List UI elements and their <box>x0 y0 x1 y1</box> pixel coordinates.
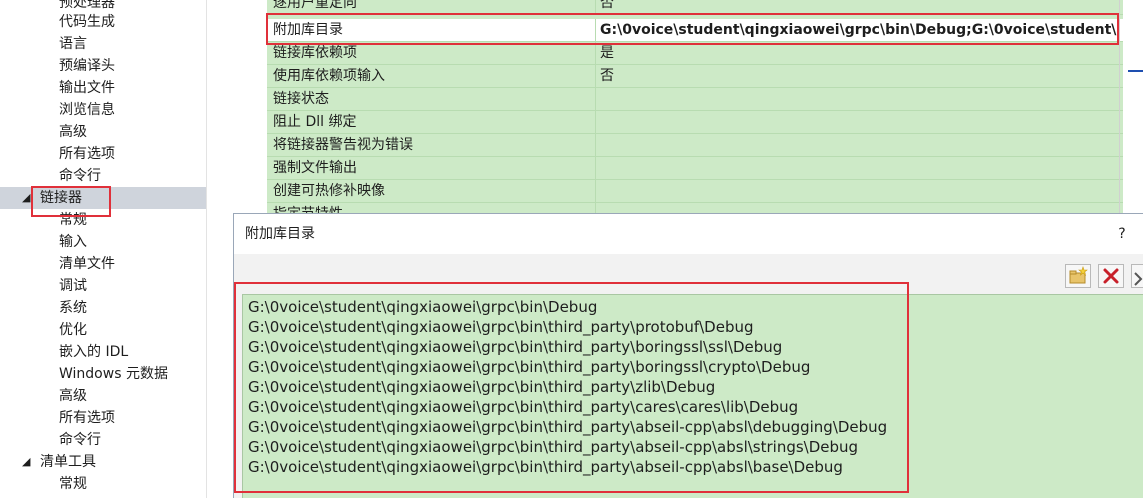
column-divider[interactable] <box>595 157 596 180</box>
tree-item-linker-embedded-idl[interactable]: 嵌入的 IDL <box>59 341 128 363</box>
tree-section-manifest-tool[interactable]: ◢ 清单工具 <box>0 451 206 473</box>
directory-list-highlight-box <box>234 282 909 493</box>
property-name: 将链接器警告视为错误 <box>273 137 413 153</box>
column-divider[interactable] <box>595 111 596 134</box>
config-tree: 预处理器 代码生成 语言 预编译头 输出文件 浏览信息 高级 所有选项 命令行 … <box>0 0 206 498</box>
tree-item-linker-debug[interactable]: 调试 <box>59 275 87 297</box>
property-value[interactable]: 否 <box>600 65 1120 88</box>
property-row[interactable]: 创建可热修补映像 <box>267 180 1123 203</box>
property-name: 创建可热修补映像 <box>273 183 385 199</box>
new-folder-icon <box>1069 266 1088 284</box>
delete-icon <box>1103 268 1119 284</box>
property-name: 阻止 Dll 绑定 <box>273 114 357 130</box>
tree-item-all-options[interactable]: 所有选项 <box>59 143 115 165</box>
tree-item-browse-info[interactable]: 浏览信息 <box>59 99 115 121</box>
tree-item-manifest-general[interactable]: 常规 <box>59 473 87 495</box>
column-divider[interactable] <box>595 65 596 88</box>
tree-item-codegen[interactable]: 代码生成 <box>59 11 115 33</box>
tree-item-command-line[interactable]: 命令行 <box>59 165 101 187</box>
property-row[interactable]: 阻止 Dll 绑定 <box>267 111 1123 134</box>
dialog-title: 附加库目录 <box>234 214 1143 254</box>
additional-lib-dirs-highlight-box <box>266 13 1119 45</box>
move-down-button[interactable] <box>1131 264 1143 288</box>
tree-item-advanced[interactable]: 高级 <box>59 121 87 143</box>
tree-item-linker-command-line[interactable]: 命令行 <box>59 429 101 451</box>
tree-section-label: 清单工具 <box>40 454 96 470</box>
grid-right-border <box>1119 0 1120 215</box>
tree-item-linker-input[interactable]: 输入 <box>59 231 87 253</box>
tree-item-precompiled-header[interactable]: 预编译头 <box>59 55 115 77</box>
property-row[interactable]: 使用库依赖项输入 否 <box>267 65 1123 88</box>
column-divider[interactable] <box>595 42 596 65</box>
property-name: 链接状态 <box>273 91 329 107</box>
edge-indicator <box>1128 70 1143 72</box>
property-name: 使用库依赖项输入 <box>273 68 385 84</box>
property-row[interactable]: 将链接器警告视为错误 <box>267 134 1123 157</box>
column-divider[interactable] <box>595 134 596 157</box>
property-value[interactable]: 是 <box>600 42 1120 65</box>
property-name: 强制文件输出 <box>273 160 357 176</box>
expanded-arrow-icon[interactable]: ◢ <box>22 451 30 473</box>
expanded-arrow-icon[interactable]: ◢ <box>22 187 30 209</box>
new-line-button[interactable] <box>1065 264 1091 288</box>
property-name: 链接库依赖项 <box>273 45 357 61</box>
tree-item-linker-system[interactable]: 系统 <box>59 297 87 319</box>
tree-item-linker-winmd[interactable]: Windows 元数据 <box>59 363 168 385</box>
tree-item-language[interactable]: 语言 <box>59 33 87 55</box>
tree-item-linker-advanced[interactable]: 高级 <box>59 385 87 407</box>
tree-item-output-files[interactable]: 输出文件 <box>59 77 115 99</box>
tree-item-linker-all-options[interactable]: 所有选项 <box>59 407 115 429</box>
help-button[interactable]: ? <box>1112 214 1132 254</box>
tree-item-linker-optimization[interactable]: 优化 <box>59 319 87 341</box>
column-divider[interactable] <box>595 180 596 203</box>
property-row[interactable]: 链接库依赖项 是 <box>267 42 1123 65</box>
property-row[interactable]: 链接状态 <box>267 88 1123 111</box>
move-down-icon <box>1134 272 1143 286</box>
column-divider[interactable] <box>595 88 596 111</box>
tree-item-linker-manifest[interactable]: 清单文件 <box>59 253 115 275</box>
delete-line-button[interactable] <box>1098 264 1124 288</box>
property-row[interactable]: 强制文件输出 <box>267 157 1123 180</box>
linker-highlight-box <box>31 186 111 217</box>
property-pages-window: 预处理器 代码生成 语言 预编译头 输出文件 浏览信息 高级 所有选项 命令行 … <box>0 0 1143 498</box>
